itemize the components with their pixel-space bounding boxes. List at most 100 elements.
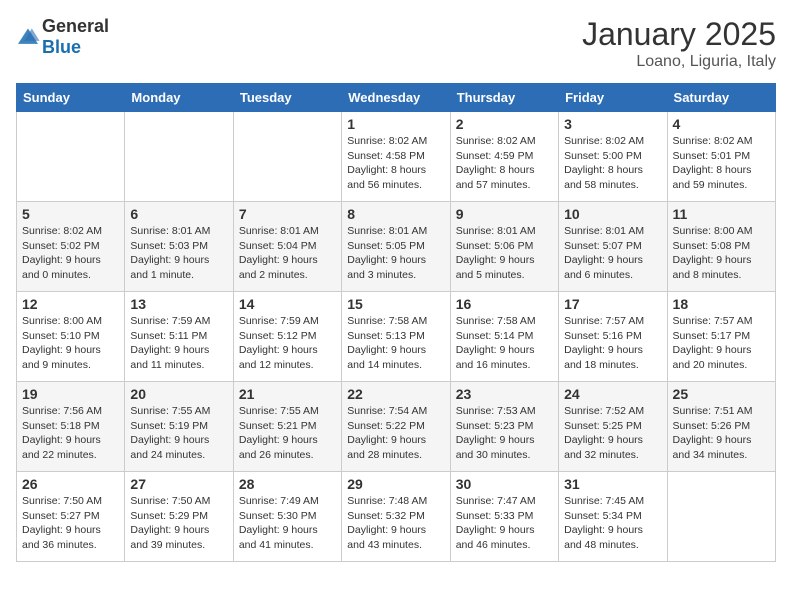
date-number: 4 <box>673 116 770 132</box>
cell-details: Sunrise: 7:59 AM Sunset: 5:12 PM Dayligh… <box>239 314 336 373</box>
day-header-friday: Friday <box>559 84 667 112</box>
calendar-cell: 13 Sunrise: 7:59 AM Sunset: 5:11 PM Dayli… <box>125 292 233 382</box>
logo-icon <box>16 27 40 47</box>
calendar-cell: 27 Sunrise: 7:50 AM Sunset: 5:29 PM Dayli… <box>125 472 233 562</box>
day-header-saturday: Saturday <box>667 84 775 112</box>
calendar-cell <box>125 112 233 202</box>
calendar-cell: 7 Sunrise: 8:01 AM Sunset: 5:04 PM Daylig… <box>233 202 341 292</box>
date-number: 22 <box>347 386 444 402</box>
title-block: January 2025 Loano, Liguria, Italy <box>582 16 776 71</box>
calendar-cell: 25 Sunrise: 7:51 AM Sunset: 5:26 PM Dayli… <box>667 382 775 472</box>
date-number: 24 <box>564 386 661 402</box>
calendar-cell: 22 Sunrise: 7:54 AM Sunset: 5:22 PM Dayli… <box>342 382 450 472</box>
calendar-week-3: 12Sunrise: 8:00 AM Sunset: 5:10 PM Dayli… <box>17 292 776 382</box>
day-header-monday: Monday <box>125 84 233 112</box>
date-number: 17 <box>564 296 661 312</box>
cell-details: Sunrise: 7:56 AM Sunset: 5:18 PM Dayligh… <box>22 404 119 463</box>
calendar-cell: 31Sunrise: 7:45 AM Sunset: 5:34 PM Dayli… <box>559 472 667 562</box>
cell-details: Sunrise: 7:45 AM Sunset: 5:34 PM Dayligh… <box>564 494 661 553</box>
calendar-cell: 21 Sunrise: 7:55 AM Sunset: 5:21 PM Dayli… <box>233 382 341 472</box>
cell-details: Sunrise: 8:02 AM Sunset: 5:01 PM Dayligh… <box>673 134 770 193</box>
date-number: 19 <box>22 386 119 402</box>
calendar-week-4: 19 Sunrise: 7:56 AM Sunset: 5:18 PM Dayli… <box>17 382 776 472</box>
calendar-table: SundayMondayTuesdayWednesdayThursdayFrid… <box>16 83 776 562</box>
calendar-cell: 17 Sunrise: 7:57 AM Sunset: 5:16 PM Dayli… <box>559 292 667 382</box>
logo-general: General <box>42 16 109 36</box>
date-number: 15 <box>347 296 444 312</box>
date-number: 1 <box>347 116 444 132</box>
cell-details: Sunrise: 7:58 AM Sunset: 5:13 PM Dayligh… <box>347 314 444 373</box>
cell-details: Sunrise: 7:49 AM Sunset: 5:30 PM Dayligh… <box>239 494 336 553</box>
cell-details: Sunrise: 8:01 AM Sunset: 5:06 PM Dayligh… <box>456 224 553 283</box>
date-number: 26 <box>22 476 119 492</box>
calendar-cell <box>17 112 125 202</box>
cell-details: Sunrise: 8:02 AM Sunset: 4:59 PM Dayligh… <box>456 134 553 193</box>
cell-details: Sunrise: 7:54 AM Sunset: 5:22 PM Dayligh… <box>347 404 444 463</box>
date-number: 27 <box>130 476 227 492</box>
date-number: 21 <box>239 386 336 402</box>
cell-details: Sunrise: 8:01 AM Sunset: 5:04 PM Dayligh… <box>239 224 336 283</box>
date-number: 28 <box>239 476 336 492</box>
cell-details: Sunrise: 7:53 AM Sunset: 5:23 PM Dayligh… <box>456 404 553 463</box>
cell-details: Sunrise: 8:02 AM Sunset: 5:00 PM Dayligh… <box>564 134 661 193</box>
calendar-cell: 14 Sunrise: 7:59 AM Sunset: 5:12 PM Dayli… <box>233 292 341 382</box>
calendar-cell: 5 Sunrise: 8:02 AM Sunset: 5:02 PM Daylig… <box>17 202 125 292</box>
cell-details: Sunrise: 8:00 AM Sunset: 5:08 PM Dayligh… <box>673 224 770 283</box>
date-number: 23 <box>456 386 553 402</box>
cell-details: Sunrise: 8:01 AM Sunset: 5:07 PM Dayligh… <box>564 224 661 283</box>
date-number: 18 <box>673 296 770 312</box>
date-number: 14 <box>239 296 336 312</box>
date-number: 8 <box>347 206 444 222</box>
cell-details: Sunrise: 7:57 AM Sunset: 5:16 PM Dayligh… <box>564 314 661 373</box>
date-number: 10 <box>564 206 661 222</box>
cell-details: Sunrise: 7:50 AM Sunset: 5:27 PM Dayligh… <box>22 494 119 553</box>
date-number: 11 <box>673 206 770 222</box>
calendar-cell: 23 Sunrise: 7:53 AM Sunset: 5:23 PM Dayli… <box>450 382 558 472</box>
cell-details: Sunrise: 7:55 AM Sunset: 5:21 PM Dayligh… <box>239 404 336 463</box>
calendar-subtitle: Loano, Liguria, Italy <box>582 53 776 71</box>
date-number: 29 <box>347 476 444 492</box>
calendar-cell: 9 Sunrise: 8:01 AM Sunset: 5:06 PM Daylig… <box>450 202 558 292</box>
calendar-cell: 26 Sunrise: 7:50 AM Sunset: 5:27 PM Dayli… <box>17 472 125 562</box>
date-number: 12 <box>22 296 119 312</box>
day-header-sunday: Sunday <box>17 84 125 112</box>
date-number: 13 <box>130 296 227 312</box>
cell-details: Sunrise: 8:01 AM Sunset: 5:05 PM Dayligh… <box>347 224 444 283</box>
calendar-cell: 12Sunrise: 8:00 AM Sunset: 5:10 PM Dayli… <box>17 292 125 382</box>
calendar-cell: 29Sunrise: 7:48 AM Sunset: 5:32 PM Dayli… <box>342 472 450 562</box>
calendar-cell: 19 Sunrise: 7:56 AM Sunset: 5:18 PM Dayli… <box>17 382 125 472</box>
cell-details: Sunrise: 7:50 AM Sunset: 5:29 PM Dayligh… <box>130 494 227 553</box>
calendar-cell: 3 Sunrise: 8:02 AM Sunset: 5:00 PM Daylig… <box>559 112 667 202</box>
day-header-tuesday: Tuesday <box>233 84 341 112</box>
date-number: 30 <box>456 476 553 492</box>
page-header: General Blue January 2025 Loano, Liguria… <box>16 16 776 71</box>
calendar-cell: 10 Sunrise: 8:01 AM Sunset: 5:07 PM Dayli… <box>559 202 667 292</box>
date-number: 5 <box>22 206 119 222</box>
calendar-cell: 4 Sunrise: 8:02 AM Sunset: 5:01 PM Daylig… <box>667 112 775 202</box>
calendar-cell: 8 Sunrise: 8:01 AM Sunset: 5:05 PM Daylig… <box>342 202 450 292</box>
cell-details: Sunrise: 7:47 AM Sunset: 5:33 PM Dayligh… <box>456 494 553 553</box>
calendar-cell: 24Sunrise: 7:52 AM Sunset: 5:25 PM Dayli… <box>559 382 667 472</box>
calendar-week-5: 26 Sunrise: 7:50 AM Sunset: 5:27 PM Dayli… <box>17 472 776 562</box>
cell-details: Sunrise: 7:57 AM Sunset: 5:17 PM Dayligh… <box>673 314 770 373</box>
calendar-cell: 16 Sunrise: 7:58 AM Sunset: 5:14 PM Dayli… <box>450 292 558 382</box>
cell-details: Sunrise: 7:51 AM Sunset: 5:26 PM Dayligh… <box>673 404 770 463</box>
logo-blue: Blue <box>42 37 81 57</box>
cell-details: Sunrise: 7:58 AM Sunset: 5:14 PM Dayligh… <box>456 314 553 373</box>
calendar-header-row: SundayMondayTuesdayWednesdayThursdayFrid… <box>17 84 776 112</box>
cell-details: Sunrise: 7:59 AM Sunset: 5:11 PM Dayligh… <box>130 314 227 373</box>
calendar-cell <box>667 472 775 562</box>
date-number: 7 <box>239 206 336 222</box>
calendar-cell: 30 Sunrise: 7:47 AM Sunset: 5:33 PM Dayli… <box>450 472 558 562</box>
calendar-cell: 20Sunrise: 7:55 AM Sunset: 5:19 PM Dayli… <box>125 382 233 472</box>
calendar-cell: 28 Sunrise: 7:49 AM Sunset: 5:30 PM Dayli… <box>233 472 341 562</box>
date-number: 25 <box>673 386 770 402</box>
cell-details: Sunrise: 8:02 AM Sunset: 4:58 PM Dayligh… <box>347 134 444 193</box>
date-number: 3 <box>564 116 661 132</box>
date-number: 9 <box>456 206 553 222</box>
cell-details: Sunrise: 8:02 AM Sunset: 5:02 PM Dayligh… <box>22 224 119 283</box>
calendar-cell: 6Sunrise: 8:01 AM Sunset: 5:03 PM Daylig… <box>125 202 233 292</box>
date-number: 6 <box>130 206 227 222</box>
cell-details: Sunrise: 7:55 AM Sunset: 5:19 PM Dayligh… <box>130 404 227 463</box>
date-number: 16 <box>456 296 553 312</box>
